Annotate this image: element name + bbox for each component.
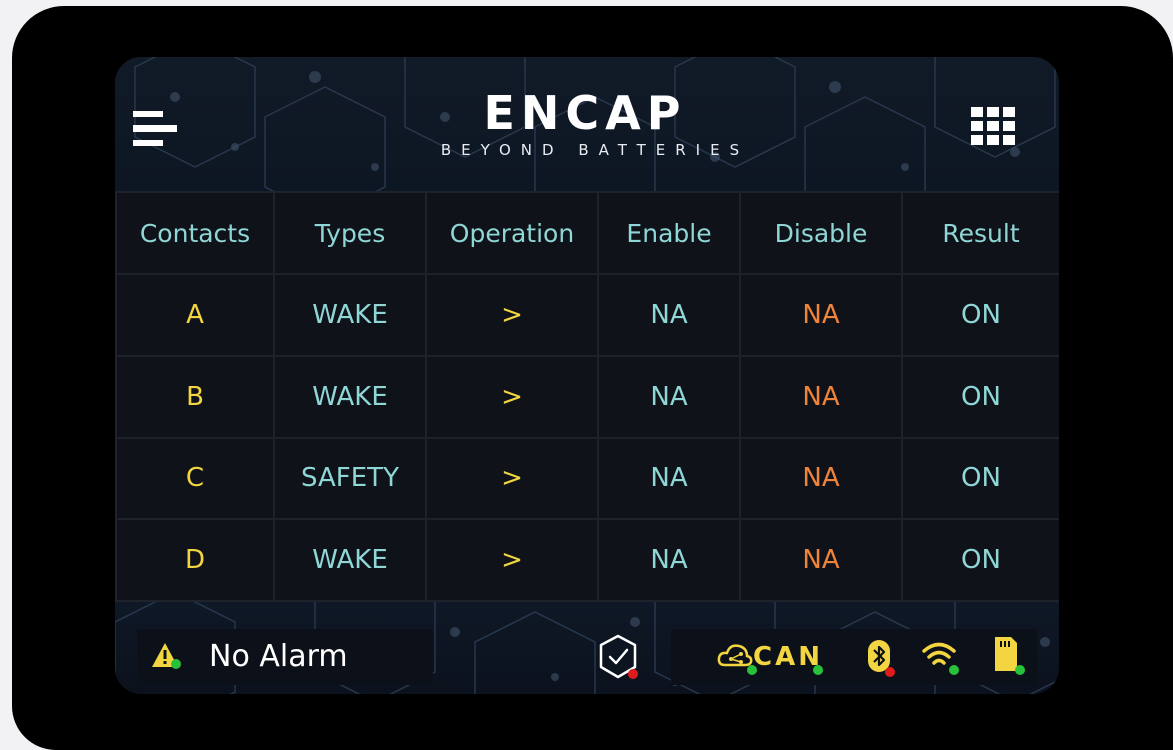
disable-cell: NA — [739, 518, 903, 602]
disable-cell: NA — [739, 273, 903, 357]
result-cell: ON — [901, 273, 1059, 357]
table-row: C SAFETY > NA NA ON — [115, 436, 1059, 521]
column-header-enable: Enable — [597, 191, 741, 275]
disable-cell: NA — [739, 354, 903, 439]
menu-button[interactable] — [131, 109, 181, 151]
table-row: A WAKE > NA NA ON — [115, 273, 1059, 357]
column-header-result: Result — [901, 191, 1059, 275]
alarm-status-dot — [171, 659, 181, 669]
contact-cell: A — [115, 273, 275, 357]
enable-cell: NA — [597, 354, 741, 439]
enable-cell: NA — [597, 518, 741, 602]
cloud-connection-icon[interactable] — [717, 641, 753, 669]
brand-name: ENCAP — [483, 86, 687, 140]
contact-cell: B — [115, 354, 275, 439]
contact-cell: C — [115, 436, 275, 521]
result-cell: ON — [901, 518, 1059, 602]
table-row: B WAKE > NA NA ON — [115, 354, 1059, 439]
wifi-status-dot — [949, 665, 959, 675]
security-status-dot — [628, 669, 638, 679]
sd-card-status-dot — [1015, 665, 1025, 675]
column-header-operation: Operation — [425, 191, 599, 275]
can-status-dot — [813, 665, 823, 675]
contacts-table: Contacts Types Operation Enable Disable … — [115, 191, 1059, 602]
grid-apps-icon — [971, 107, 1015, 145]
type-cell: WAKE — [273, 273, 427, 357]
operation-button[interactable]: > — [425, 436, 599, 521]
operation-button[interactable]: > — [425, 518, 599, 602]
brand-tagline: BEYOND BATTERIES — [440, 141, 750, 159]
brand-logo: ENCAP BEYOND BATTERIES — [365, 87, 805, 167]
operation-button[interactable]: > — [425, 273, 599, 357]
bluetooth-status-dot — [885, 667, 895, 677]
apps-button[interactable] — [967, 103, 1023, 149]
result-cell: ON — [901, 354, 1059, 439]
connectivity-status-bar: CAN — [671, 629, 1037, 685]
contact-cell: D — [115, 518, 275, 602]
operation-button[interactable]: > — [425, 354, 599, 439]
table-row: D WAKE > NA NA ON — [115, 518, 1059, 602]
table-header-row: Contacts Types Operation Enable Disable … — [115, 191, 1059, 275]
enable-cell: NA — [597, 436, 741, 521]
column-header-contacts: Contacts — [115, 191, 275, 275]
result-cell: ON — [901, 436, 1059, 521]
alarm-text: No Alarm — [209, 639, 348, 674]
type-cell: WAKE — [273, 518, 427, 602]
security-status[interactable] — [588, 629, 648, 685]
device-screen: ENCAP BEYOND BATTERIES Contacts Types Op… — [115, 57, 1059, 694]
hamburger-menu-icon — [133, 111, 177, 146]
alarm-status[interactable]: No Alarm — [137, 629, 433, 685]
type-cell: SAFETY — [273, 436, 427, 521]
type-cell: WAKE — [273, 354, 427, 439]
disable-cell: NA — [739, 436, 903, 521]
enable-cell: NA — [597, 273, 741, 357]
column-header-disable: Disable — [739, 191, 903, 275]
header-bar: ENCAP BEYOND BATTERIES — [115, 57, 1059, 191]
column-header-types: Types — [273, 191, 427, 275]
